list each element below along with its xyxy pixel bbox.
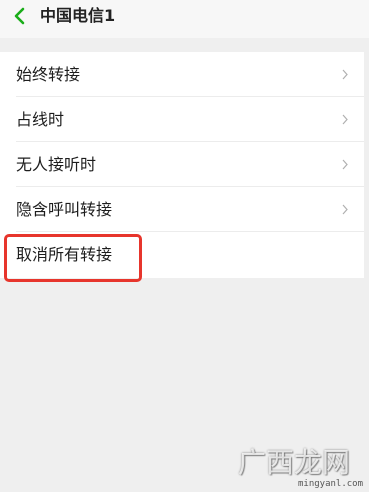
menu-item-always-forward[interactable]: 始终转接 xyxy=(0,52,364,97)
menu-item-when-busy[interactable]: 占线时 xyxy=(0,97,364,142)
chevron-right-icon xyxy=(342,159,348,170)
call-forwarding-list: 始终转接 占线时 无人接听时 隐含呼叫转接 取消所有转接 xyxy=(0,52,364,278)
watermark-url: mingyanl.com xyxy=(298,479,364,489)
menu-item-label: 取消所有转接 xyxy=(16,245,113,264)
menu-item-no-answer[interactable]: 无人接听时 xyxy=(0,142,364,187)
back-arrow-icon[interactable] xyxy=(8,4,32,28)
chevron-right-icon xyxy=(342,69,348,80)
chevron-right-icon xyxy=(342,204,348,215)
menu-item-label: 始终转接 xyxy=(16,65,81,84)
title-bar: 中国电信1 xyxy=(0,0,369,38)
chevron-right-icon xyxy=(342,114,348,125)
page-title: 中国电信1 xyxy=(40,6,116,25)
menu-item-label: 占线时 xyxy=(16,110,65,129)
menu-item-label: 无人接听时 xyxy=(16,155,97,174)
menu-item-unreachable-forward[interactable]: 隐含呼叫转接 xyxy=(0,187,364,232)
menu-item-label: 隐含呼叫转接 xyxy=(16,200,113,219)
menu-item-cancel-all-forwarding[interactable]: 取消所有转接 xyxy=(0,232,364,277)
watermark-logo-text: 广西龙网 xyxy=(238,446,351,479)
